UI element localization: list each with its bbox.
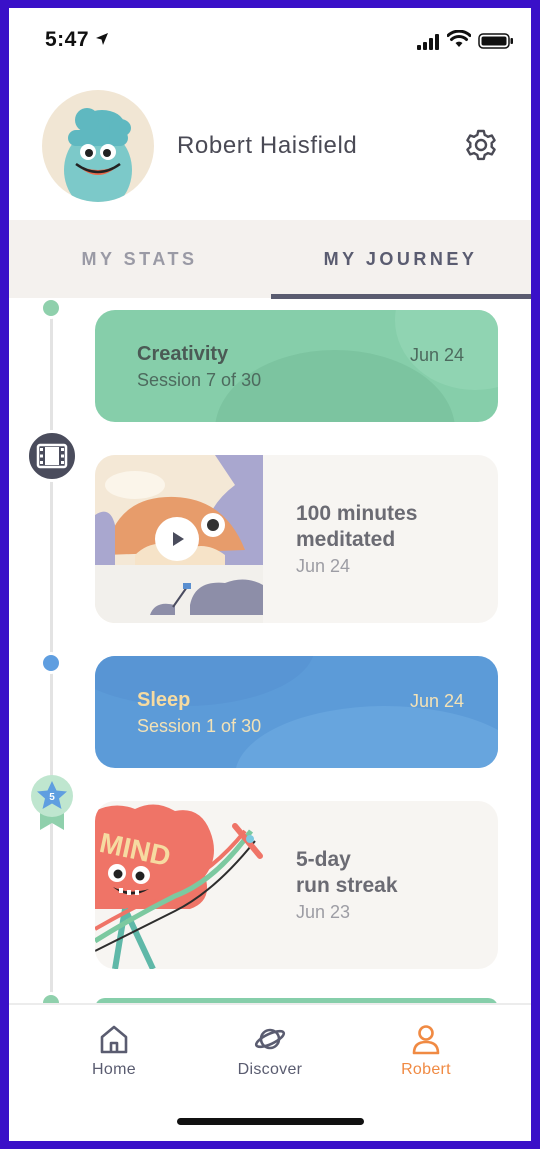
nav-home[interactable]: Home <box>54 1023 174 1079</box>
video-thumbnail[interactable] <box>95 455 263 623</box>
monster-avatar-icon <box>64 108 132 202</box>
milestone-title-line2: meditated <box>296 528 396 551</box>
timeline-line <box>50 298 53 1003</box>
journey-timeline[interactable]: Creativity Session 7 of 30 Jun 24 100 mi… <box>9 298 531 1003</box>
phone-screen: 5:47 Robert Haisfield MY STATS MY JOURNE… <box>9 8 531 1141</box>
person-icon <box>412 1025 440 1055</box>
milestone-title-line2: run streak <box>296 874 398 897</box>
play-button[interactable] <box>155 517 199 561</box>
milestone-date: Jun 23 <box>296 902 351 922</box>
session-date: Jun 24 <box>409 345 464 365</box>
milestone-card-minutes[interactable]: 100 minutes meditated Jun 24 <box>95 455 498 623</box>
home-indicator[interactable] <box>177 1118 364 1125</box>
location-arrow-icon <box>96 33 108 45</box>
milestone-title: 100 minutes meditated <box>296 501 417 553</box>
cellular-signal-icon <box>417 34 439 50</box>
profile-tabs: MY STATS MY JOURNEY <box>9 220 531 299</box>
avatar[interactable] <box>42 90 154 202</box>
milestone-title: 5-day run streak <box>296 847 398 899</box>
milestone-title-line1: 5-day <box>296 848 351 871</box>
timeline-dot-creativity <box>40 298 62 319</box>
streak-illustration: MIND <box>95 801 263 969</box>
status-bar: 5:47 <box>9 8 531 70</box>
device-frame: 5:47 Robert Haisfield MY STATS MY JOURNE… <box>0 0 540 1149</box>
milestone-title-line1: 100 minutes <box>296 502 418 525</box>
session-card-sleep[interactable]: Sleep Session 1 of 30 Jun 24 <box>95 656 498 768</box>
battery-icon <box>478 33 513 49</box>
gear-icon[interactable] <box>464 128 498 162</box>
status-time: 5:47 <box>45 28 90 51</box>
film-icon <box>26 430 78 482</box>
nav-discover-label: Discover <box>237 1061 303 1078</box>
tab-my-journey[interactable]: MY JOURNEY <box>270 220 531 298</box>
bottom-nav: Home Discover Robert <box>9 1003 531 1141</box>
session-title: Creativity <box>137 343 229 365</box>
timeline-dot-next <box>40 992 62 1003</box>
home-icon <box>100 1025 128 1054</box>
nav-home-label: Home <box>92 1061 136 1078</box>
medal-number: 5 <box>49 792 55 803</box>
card-decoration <box>95 656 315 706</box>
timeline-dot-sleep <box>40 652 62 674</box>
milestone-card-streak[interactable]: MIND 5-day run streak Jun 23 <box>95 801 498 969</box>
card-decoration <box>235 706 498 768</box>
session-date: Jun 24 <box>409 691 464 711</box>
wifi-icon <box>447 30 471 47</box>
play-icon <box>173 532 184 546</box>
session-progress: Session 1 of 30 <box>137 716 262 736</box>
session-progress: Session 7 of 30 <box>137 370 262 390</box>
session-title: Sleep <box>137 689 191 711</box>
nav-discover[interactable]: Discover <box>210 1023 330 1079</box>
planet-icon <box>254 1028 286 1050</box>
nav-profile-label: Robert <box>401 1061 451 1078</box>
nav-profile[interactable]: Robert <box>366 1023 486 1079</box>
session-card-creativity[interactable]: Creativity Session 7 of 30 Jun 24 <box>95 310 498 422</box>
star-medal-icon: 5 <box>31 775 73 830</box>
profile-name: Robert Haisfield <box>177 132 358 159</box>
tab-my-stats[interactable]: MY STATS <box>9 220 270 298</box>
milestone-date: Jun 24 <box>296 556 351 576</box>
